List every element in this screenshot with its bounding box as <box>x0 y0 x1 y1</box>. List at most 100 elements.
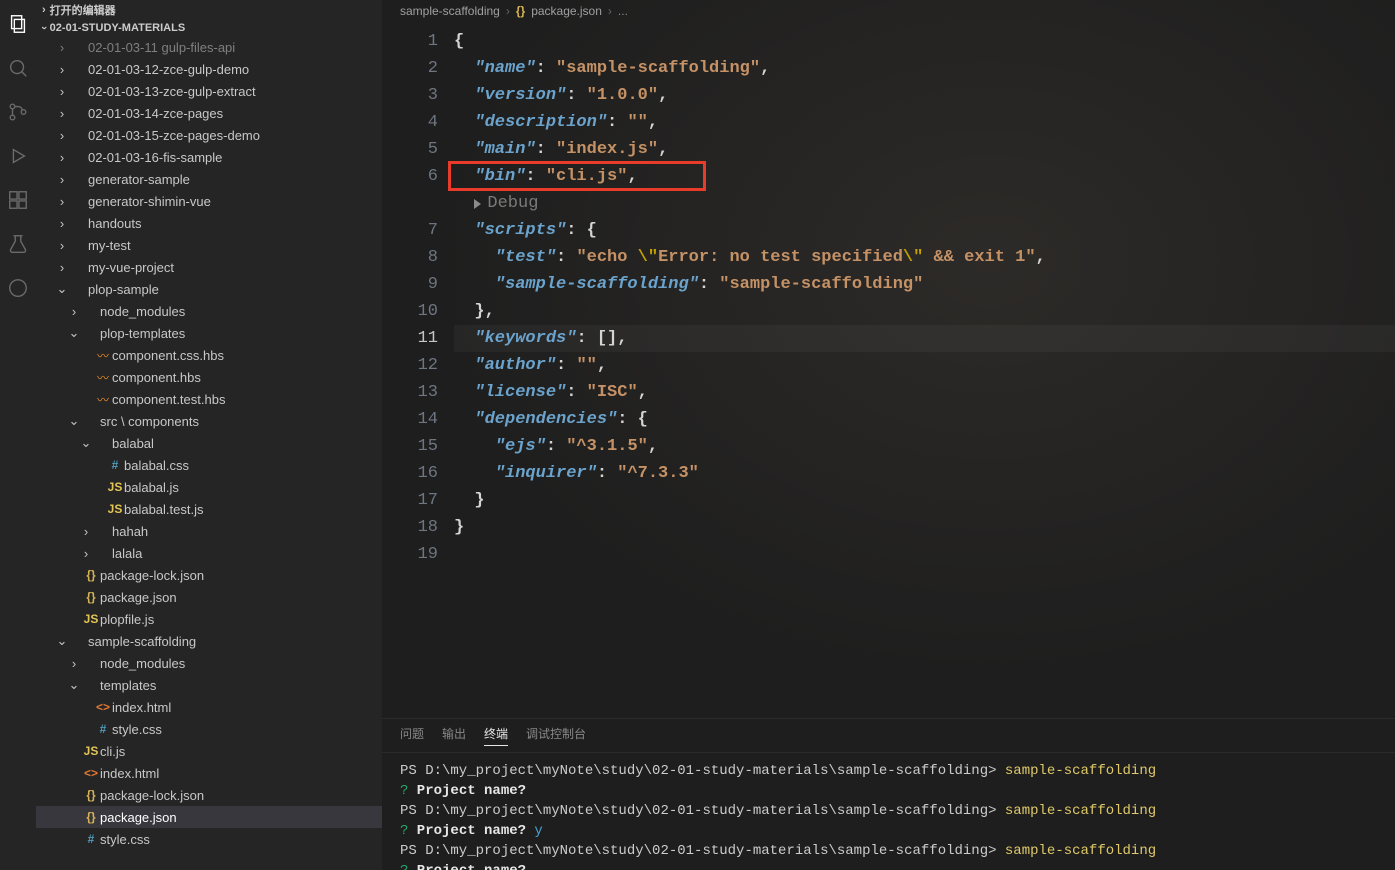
folder-item[interactable]: ›my-test <box>36 234 382 256</box>
file-item[interactable]: ·#style.css <box>36 828 382 850</box>
folder-item[interactable]: ›02-01-03-16-fis-sample <box>36 146 382 168</box>
chevron-right-icon: › <box>608 4 612 18</box>
folder-item[interactable]: ›my-vue-project <box>36 256 382 278</box>
file-item[interactable]: ·JSbalabal.test.js <box>36 498 382 520</box>
tree-item-label: balabal <box>112 436 154 451</box>
tree-item-label: handouts <box>88 216 142 231</box>
folder-item[interactable]: ›02-01-03-13-zce-gulp-extract <box>36 80 382 102</box>
tree-item-label: 02-01-03-16-fis-sample <box>88 150 222 165</box>
tree-item-label: package-lock.json <box>100 788 204 803</box>
file-item[interactable]: ·JSplopfile.js <box>36 608 382 630</box>
tree-item-label: 02-01-03-12-zce-gulp-demo <box>88 62 249 77</box>
scm-icon[interactable] <box>6 100 30 124</box>
folder-item[interactable]: ›node_modules <box>36 652 382 674</box>
file-item[interactable]: ·JScli.js <box>36 740 382 762</box>
tab-problems[interactable]: 问题 <box>400 725 424 746</box>
sidebar: › 打开的编辑器 › 02-01-STUDY-MATERIALS ›02-01-… <box>36 0 382 870</box>
folder-item[interactable]: ›02-01-03-11 gulp-files-api <box>36 36 382 58</box>
terminal[interactable]: PS D:\my_project\myNote\study\02-01-stud… <box>382 753 1395 870</box>
tree-item-label: sample-scaffolding <box>88 634 196 649</box>
explorer-icon[interactable] <box>6 12 30 36</box>
debug-icon[interactable] <box>6 144 30 168</box>
file-item[interactable]: ·{}package.json <box>36 806 382 828</box>
tree-item-label: balabal.css <box>124 458 189 473</box>
file-item[interactable]: ·〰component.test.hbs <box>36 388 382 410</box>
panel-tabs: 问题 输出 终端 调试控制台 <box>382 719 1395 753</box>
tab-terminal[interactable]: 终端 <box>484 725 508 746</box>
folder-item[interactable]: ›handouts <box>36 212 382 234</box>
open-editors-section[interactable]: › 打开的编辑器 <box>36 0 382 20</box>
tree-item-label: templates <box>100 678 156 693</box>
tree-item-label: index.html <box>100 766 159 781</box>
folder-item[interactable]: ⌄plop-templates <box>36 322 382 344</box>
tree-item-label: component.test.hbs <box>112 392 225 407</box>
folder-item[interactable]: ›hahah <box>36 520 382 542</box>
tree-item-label: plopfile.js <box>100 612 154 627</box>
file-item[interactable]: ·JSbalabal.js <box>36 476 382 498</box>
tab-debug-console[interactable]: 调试控制台 <box>526 725 586 746</box>
workspace-section[interactable]: › 02-01-STUDY-MATERIALS <box>36 20 382 36</box>
folder-item[interactable]: ›node_modules <box>36 300 382 322</box>
tree-item-label: lalala <box>112 546 142 561</box>
tree-item-label: cli.js <box>100 744 125 759</box>
tree-item-label: generator-shimin-vue <box>88 194 211 209</box>
tree-item-label: my-test <box>88 238 131 253</box>
breadcrumb-seg[interactable]: package.json <box>531 4 602 18</box>
file-item[interactable]: ·<>index.html <box>36 696 382 718</box>
file-item[interactable]: ·<>index.html <box>36 762 382 784</box>
folder-item[interactable]: ›02-01-03-12-zce-gulp-demo <box>36 58 382 80</box>
file-item[interactable]: ·{}package.json <box>36 586 382 608</box>
tree-item-label: my-vue-project <box>88 260 174 275</box>
tab-output[interactable]: 输出 <box>442 725 466 746</box>
tree-item-label: 02-01-03-15-zce-pages-demo <box>88 128 260 143</box>
folder-item[interactable]: ⌄src \ components <box>36 410 382 432</box>
tree-item-label: 02-01-03-11 gulp-files-api <box>88 40 235 55</box>
breadcrumb[interactable]: sample-scaffolding › {} package.json › .… <box>382 0 1395 22</box>
tree-item-label: component.hbs <box>112 370 201 385</box>
breadcrumb-seg[interactable]: sample-scaffolding <box>400 4 500 18</box>
extensions-icon[interactable] <box>6 188 30 212</box>
chevron-right-icon: › <box>506 4 510 18</box>
file-item[interactable]: ·{}package-lock.json <box>36 784 382 806</box>
folder-item[interactable]: ⌄balabal <box>36 432 382 454</box>
folder-item[interactable]: ⌄plop-sample <box>36 278 382 300</box>
tree-item-label: generator-sample <box>88 172 190 187</box>
activity-bar <box>0 0 36 870</box>
breadcrumb-more[interactable]: ... <box>618 4 628 18</box>
file-item[interactable]: ·〰component.hbs <box>36 366 382 388</box>
tree-item-label: component.css.hbs <box>112 348 224 363</box>
folder-item[interactable]: ⌄templates <box>36 674 382 696</box>
tree-item-label: src \ components <box>100 414 199 429</box>
folder-item[interactable]: ›generator-shimin-vue <box>36 190 382 212</box>
tree-item-label: node_modules <box>100 304 185 319</box>
search-icon[interactable] <box>6 56 30 80</box>
tree-item-label: style.css <box>100 832 150 847</box>
tree-item-label: 02-01-03-14-zce-pages <box>88 106 223 121</box>
file-item[interactable]: ·{}package-lock.json <box>36 564 382 586</box>
bottom-panel: 问题 输出 终端 调试控制台 PS D:\my_project\myNote\s… <box>382 718 1395 870</box>
code-content[interactable]: { "name": "sample-scaffolding", "version… <box>454 22 1395 718</box>
workspace-name: 02-01-STUDY-MATERIALS <box>50 22 185 34</box>
file-item[interactable]: ·〰component.css.hbs <box>36 344 382 366</box>
debug-codelens[interactable]: Debug <box>474 190 538 217</box>
folder-item[interactable]: ›generator-sample <box>36 168 382 190</box>
folder-item[interactable]: ⌄sample-scaffolding <box>36 630 382 652</box>
file-item[interactable]: ·#style.css <box>36 718 382 740</box>
tree-item-label: node_modules <box>100 656 185 671</box>
file-item[interactable]: ·#balabal.css <box>36 454 382 476</box>
json-icon: {} <box>516 4 525 18</box>
line-gutter: 12345678910111213141516171819 <box>382 22 454 718</box>
folder-item[interactable]: ›02-01-03-15-zce-pages-demo <box>36 124 382 146</box>
testing-icon[interactable] <box>6 232 30 256</box>
tree-item-label: balabal.test.js <box>124 502 204 517</box>
open-editors-label: 打开的编辑器 <box>50 2 116 18</box>
account-icon[interactable] <box>6 276 30 300</box>
tree-item-label: plop-sample <box>88 282 159 297</box>
folder-item[interactable]: ›02-01-03-14-zce-pages <box>36 102 382 124</box>
folder-item[interactable]: ›lalala <box>36 542 382 564</box>
code-editor[interactable]: 12345678910111213141516171819 { "name": … <box>382 22 1395 718</box>
chevron-down-icon: › <box>38 26 50 30</box>
file-tree: ›02-01-03-11 gulp-files-api›02-01-03-12-… <box>36 36 382 870</box>
tree-item-label: balabal.js <box>124 480 179 495</box>
tree-item-label: 02-01-03-13-zce-gulp-extract <box>88 84 256 99</box>
